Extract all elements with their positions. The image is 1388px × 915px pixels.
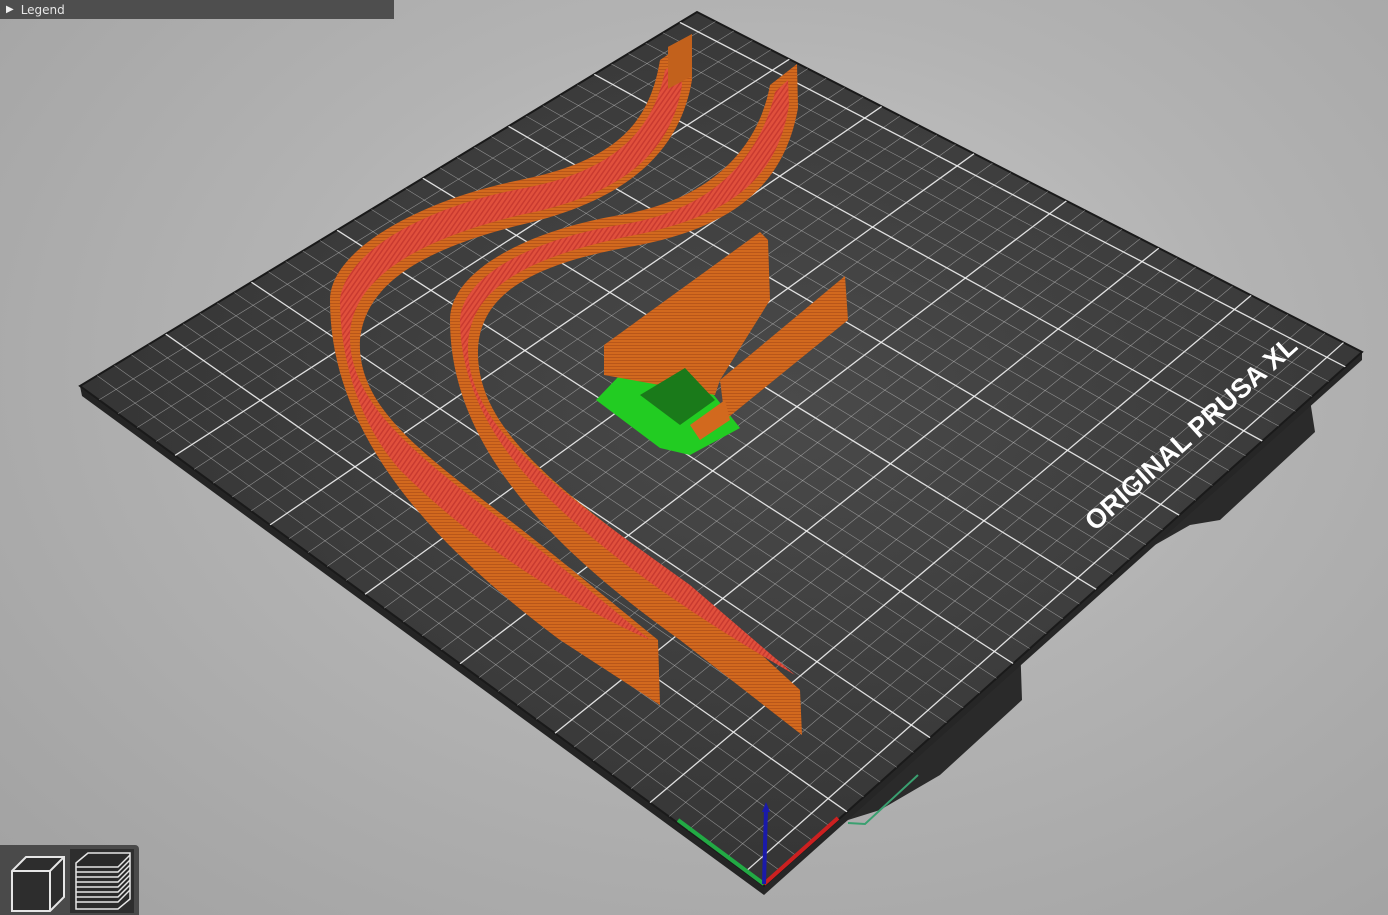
preview-button[interactable] (70, 849, 134, 913)
3d-viewport[interactable]: ORIGINAL PRUSA XL (0, 0, 1388, 915)
legend-label: Legend (20, 2, 65, 17)
expand-arrow-icon: ▶ (6, 4, 14, 15)
layers-icon (75, 852, 131, 910)
3d-view-button[interactable] (4, 849, 68, 913)
view-toolbar (0, 845, 139, 915)
legend-toggle[interactable]: ▶ Legend (0, 0, 394, 19)
cube-icon (11, 856, 65, 912)
